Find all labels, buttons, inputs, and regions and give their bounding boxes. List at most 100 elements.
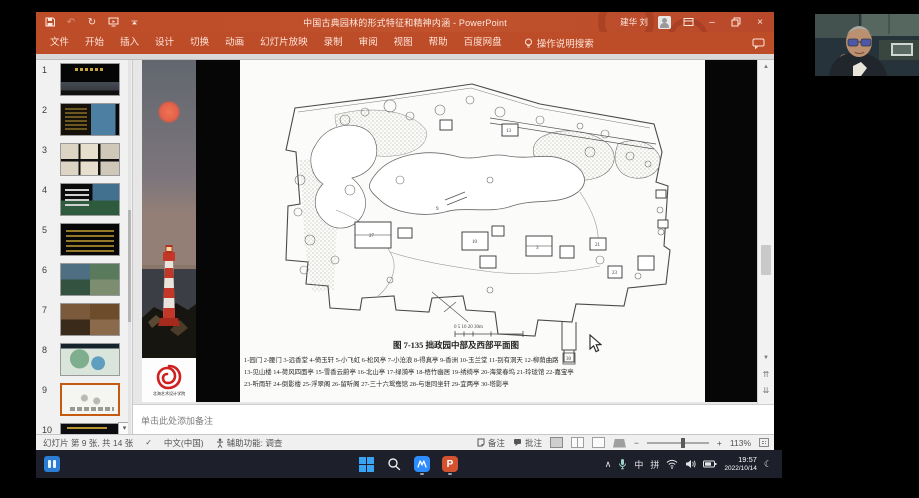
zoom-in-button[interactable]: + — [717, 438, 722, 448]
tab-transitions[interactable]: 切换 — [182, 32, 217, 54]
scroll-up-icon[interactable]: ▲ — [758, 61, 774, 74]
focus-assist-moon-icon[interactable]: ☾ — [764, 459, 772, 470]
plan-number: 13 — [506, 129, 512, 134]
tab-baidu-netdisk[interactable]: 百度网盘 — [456, 32, 510, 54]
comments-toggle-button[interactable]: 批注 — [513, 437, 542, 449]
reading-view-button[interactable] — [592, 437, 605, 448]
thumb-preview[interactable] — [60, 263, 120, 296]
lightbulb-icon — [524, 38, 533, 49]
lighthouse-photo[interactable] — [142, 60, 196, 358]
customize-qat-icon[interactable] — [128, 16, 140, 28]
thumb-number: 8 — [42, 345, 54, 355]
taskbar-clock[interactable]: 19:57 2022/10/14 — [724, 456, 757, 472]
title-bar: ↶ ↻ 中国古典园林的形式特征和精神内涵 - PowerPoint 建华 刘 – — [36, 12, 774, 32]
scrollbar-thumb[interactable] — [761, 245, 771, 275]
taskbar-widget-icon[interactable] — [44, 456, 60, 472]
tab-design[interactable]: 设计 — [147, 32, 182, 54]
notes-icon — [477, 438, 485, 447]
start-slideshow-icon[interactable] — [107, 16, 119, 28]
thumb-preview[interactable] — [60, 63, 120, 96]
plan-number: 27 — [369, 234, 375, 239]
thumb-preview[interactable] — [60, 383, 120, 416]
vertical-scrollbar[interactable]: ▲ ▼ ⇈ ⇊ — [757, 60, 774, 404]
ime-mode-indicator[interactable]: 拼 — [650, 458, 659, 471]
scroll-down-icon[interactable]: ▼ — [758, 352, 774, 365]
accessibility-status[interactable]: 辅助功能: 调查 — [216, 437, 283, 449]
thumbnail-scrollbar[interactable] — [128, 60, 131, 434]
slideshow-view-button[interactable] — [613, 439, 626, 448]
tell-me-search[interactable]: 操作说明搜索 — [524, 36, 594, 50]
thumbnail-slide-2[interactable]: 2 — [36, 103, 133, 139]
thumb-preview[interactable] — [60, 103, 120, 136]
hidden-icons-chevron[interactable]: ∧ — [605, 459, 612, 470]
tab-view[interactable]: 视图 — [386, 32, 421, 54]
tab-record[interactable]: 录制 — [316, 32, 351, 54]
previous-slide-button[interactable]: ⇈ — [758, 368, 774, 381]
tab-slideshow[interactable]: 幻灯片放映 — [252, 32, 316, 54]
language-indicator[interactable]: 中文(中国) — [164, 437, 204, 449]
slide-sorter-view-button[interactable] — [571, 437, 584, 448]
tab-help[interactable]: 帮助 — [421, 32, 456, 54]
comments-bubble-icon[interactable] — [752, 38, 765, 49]
search-button[interactable] — [384, 453, 404, 475]
thumbnail-slide-4[interactable]: 4 — [36, 183, 133, 219]
restore-button[interactable] — [729, 17, 743, 27]
thumbnail-slide-9-selected[interactable]: 9 — [36, 383, 133, 419]
clock-time: 19:57 — [724, 456, 757, 465]
thumbnail-slide-6[interactable]: 6 — [36, 263, 133, 299]
close-button[interactable]: × — [753, 17, 767, 28]
clock-date: 2022/10/14 — [724, 465, 757, 472]
save-icon[interactable] — [44, 16, 56, 28]
spell-check-icon[interactable]: ✓ — [145, 438, 152, 447]
start-button[interactable] — [356, 453, 376, 475]
zoom-slider-thumb[interactable] — [681, 438, 685, 448]
tab-home[interactable]: 开始 — [77, 32, 112, 54]
thumb-preview[interactable] — [60, 303, 120, 336]
fit-slide-to-window-button[interactable] — [759, 438, 769, 447]
account-user-name[interactable]: 建华 刘 — [620, 16, 648, 28]
user-avatar[interactable] — [658, 16, 671, 29]
ime-language-indicator[interactable]: 中 — [634, 458, 643, 471]
volume-icon[interactable] — [685, 459, 696, 469]
thumbnail-slide-1[interactable]: 1 — [36, 63, 133, 99]
thumb-number: 2 — [42, 105, 54, 115]
thumbnail-slide-8[interactable]: 8 — [36, 343, 133, 379]
redo-icon[interactable]: ↻ — [86, 16, 98, 28]
undo-icon[interactable]: ↶ — [65, 16, 77, 28]
thumb-number: 4 — [42, 185, 54, 195]
thumb-preview[interactable] — [60, 423, 120, 434]
ribbon-display-options-icon[interactable] — [681, 17, 695, 27]
tab-review[interactable]: 审阅 — [351, 32, 386, 54]
meeting-app-taskbar-icon[interactable] — [412, 453, 432, 475]
tab-file[interactable]: 文件 — [42, 32, 77, 54]
zoom-out-button[interactable]: − — [634, 438, 639, 448]
next-slide-button[interactable]: ⇊ — [758, 384, 774, 397]
thumb-number: 1 — [42, 65, 54, 75]
thumb-preview[interactable] — [60, 223, 120, 256]
thumbnail-slide-3[interactable]: 3 — [36, 143, 133, 179]
thumbnail-slide-7[interactable]: 7 — [36, 303, 133, 339]
thumb-preview[interactable] — [60, 143, 120, 176]
tab-insert[interactable]: 插入 — [112, 32, 147, 54]
thumb-preview[interactable] — [60, 183, 120, 216]
thumb-number: 6 — [42, 265, 54, 275]
thumb-number: 3 — [42, 145, 54, 155]
thumb-preview[interactable] — [60, 343, 120, 376]
zoom-slider[interactable] — [647, 442, 709, 444]
participant-video[interactable] — [815, 14, 919, 76]
minimize-button[interactable]: – — [705, 17, 719, 28]
battery-icon[interactable] — [703, 460, 717, 468]
powerpoint-taskbar-icon[interactable]: P — [440, 453, 460, 475]
tab-animations[interactable]: 动画 — [217, 32, 252, 54]
wifi-icon[interactable] — [666, 459, 678, 469]
zoom-level[interactable]: 113% — [730, 438, 751, 448]
status-bar: 幻灯片 第 9 张, 共 14 张 ✓ 中文(中国) 辅助功能: 调查 备注 批… — [36, 434, 774, 450]
microphone-icon[interactable] — [618, 458, 627, 470]
notes-toggle-button[interactable]: 备注 — [477, 437, 505, 449]
quick-access-toolbar: ↶ ↻ — [36, 16, 140, 28]
thumbnail-slide-5[interactable]: 5 — [36, 223, 133, 259]
normal-view-button[interactable] — [550, 437, 563, 448]
accessibility-person-icon — [216, 438, 224, 448]
notes-pane[interactable]: 单击此处添加备注 — [133, 404, 774, 434]
garden-plan-figure[interactable]: 3 10 27 13 9 21 23 30 — [240, 60, 705, 402]
